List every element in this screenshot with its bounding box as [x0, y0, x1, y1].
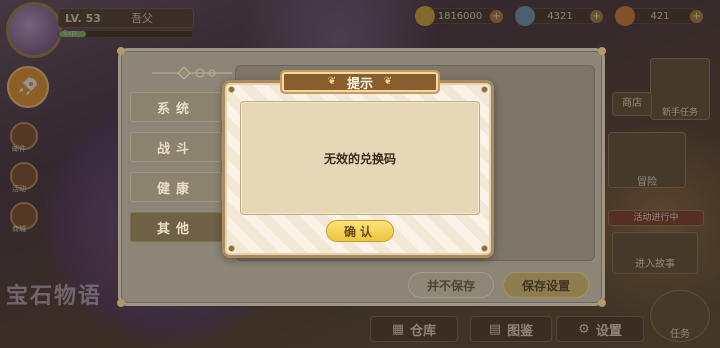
tab-battle[interactable]: 战斗	[130, 132, 222, 162]
dialog-corner	[481, 245, 488, 252]
panel-corner	[598, 47, 606, 55]
tab-other[interactable]: 其他	[130, 212, 222, 242]
tab-health[interactable]: 健康	[130, 172, 222, 202]
save-settings-button[interactable]: 保存设置	[503, 272, 589, 298]
panel-ornament-icon	[152, 66, 232, 80]
dialog-message: 无效的兑换码	[323, 152, 396, 166]
dialog-title: 提示	[346, 76, 373, 92]
confirm-button[interactable]: 确认	[326, 220, 394, 242]
panel-corner	[117, 299, 125, 307]
ornament-left-icon: ❦	[327, 76, 337, 87]
ornament-right-icon: ❦	[383, 76, 393, 87]
dialog-title-banner: ❦ 提示 ❦	[280, 70, 440, 94]
dialog-corner	[228, 86, 235, 93]
dialog-corner	[481, 86, 488, 93]
panel-corner	[598, 299, 606, 307]
tab-system[interactable]: 系统	[130, 92, 222, 122]
dialog-corner	[228, 245, 235, 252]
panel-corner	[117, 47, 125, 55]
no-save-button[interactable]: 并不保存	[408, 272, 494, 298]
